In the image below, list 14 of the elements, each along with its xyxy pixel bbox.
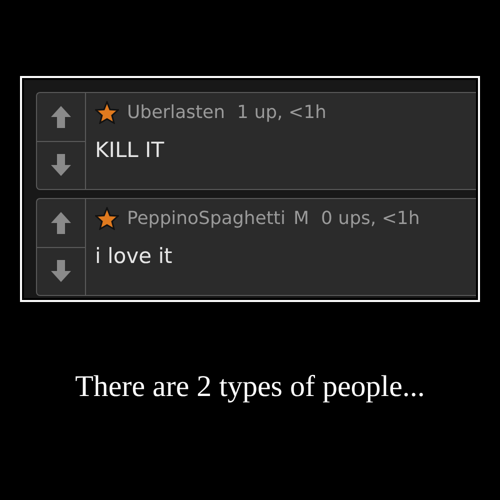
comment-meta: 1 up, <1h [237,102,326,123]
username[interactable]: Uberlasten [127,102,226,123]
downvote-arrow-icon[interactable] [49,258,73,284]
star-icon [95,101,119,124]
upvote-arrow-icon[interactable] [49,104,73,130]
user-tag: M [293,208,309,229]
star-icon [95,207,119,230]
caption: There are 2 types of people... [74,370,426,404]
comment-text: KILL IT [95,138,166,162]
comment-meta: 0 ups, <1h [321,208,420,229]
downvote-arrow-icon[interactable] [49,152,73,178]
upvote-arrow-icon[interactable] [49,210,73,236]
comment-text: i love it [95,244,174,268]
username[interactable]: PeppinoSpaghetti [127,208,286,229]
